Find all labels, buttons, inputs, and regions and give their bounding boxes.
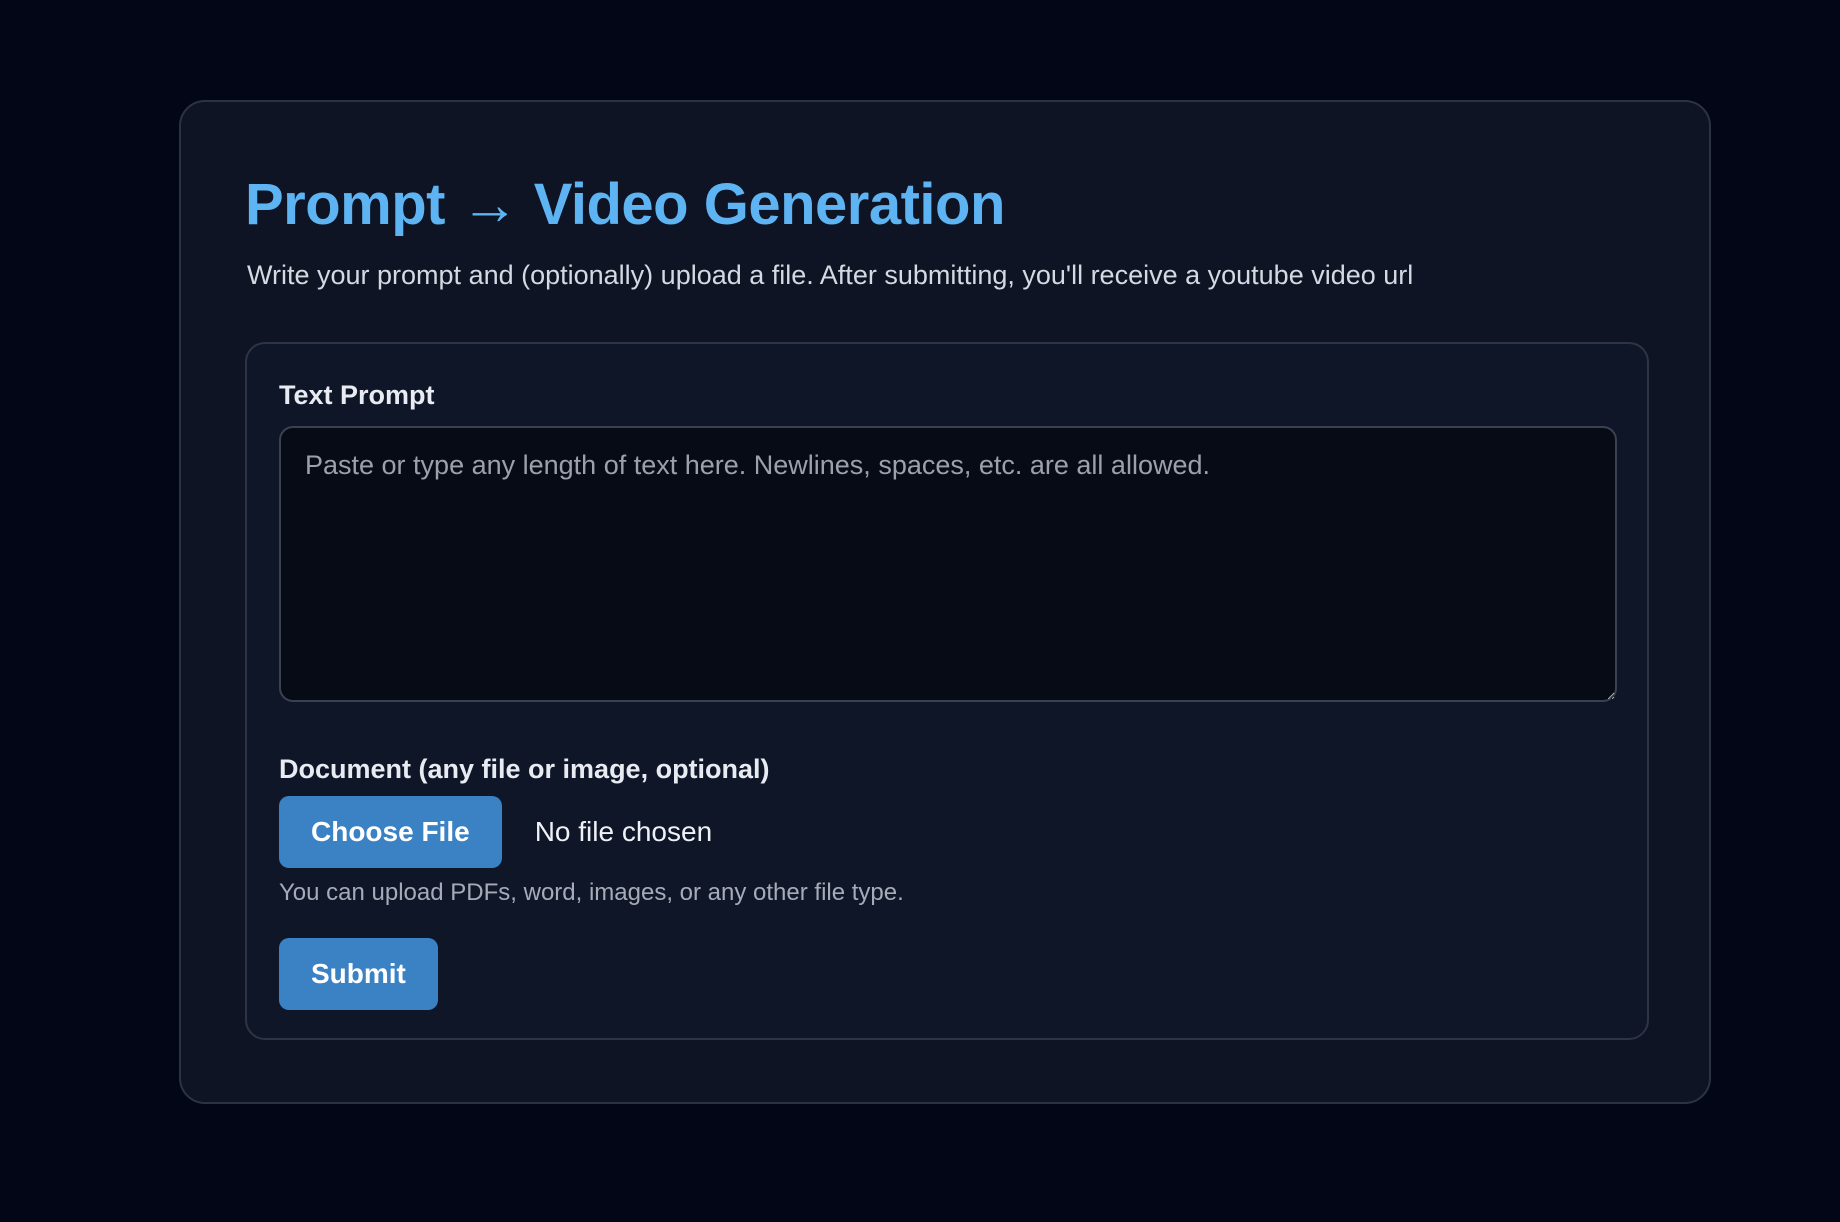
page-title: Prompt → Video Generation [245, 172, 1005, 237]
page-subtitle: Write your prompt and (optionally) uploa… [247, 260, 1414, 290]
file-status-text: No file chosen [534, 816, 713, 847]
prompt-form: Text Prompt Document (any file or image,… [245, 342, 1649, 1040]
text-prompt-textarea[interactable] [279, 426, 1617, 702]
page-background: Prompt → Video Generation Write your pro… [0, 0, 1840, 1222]
upload-hint: You can upload PDFs, word, images, or an… [279, 879, 904, 906]
file-input-row: Choose File No file chosen [279, 796, 1615, 868]
main-card: Prompt → Video Generation Write your pro… [179, 100, 1711, 1104]
document-label: Document (any file or image, optional) [279, 754, 770, 784]
submit-button[interactable]: Submit [279, 938, 438, 1010]
text-prompt-label: Text Prompt [279, 380, 435, 410]
choose-file-button[interactable]: Choose File [279, 796, 502, 868]
